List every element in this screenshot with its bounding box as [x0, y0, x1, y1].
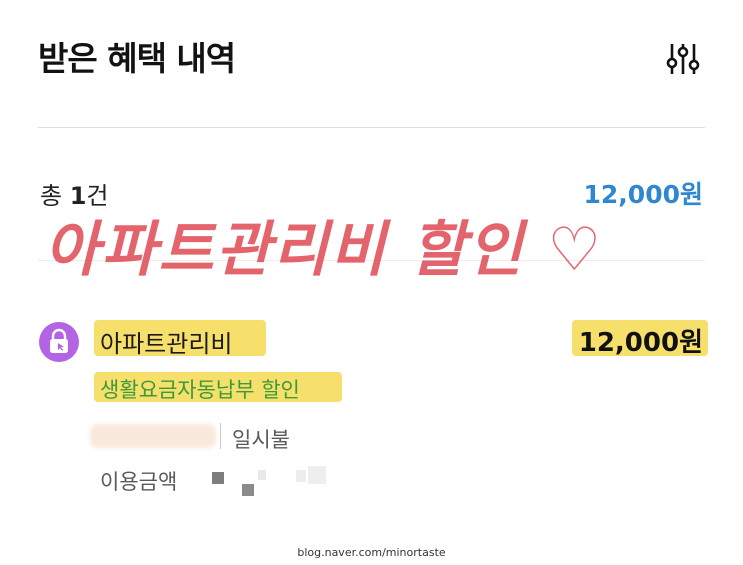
installment-type: 일시불: [232, 428, 290, 452]
watermark: blog.naver.com/minortaste: [297, 546, 446, 559]
sliders-icon: [666, 44, 700, 74]
page-title: 받은 혜택 내역: [38, 39, 236, 78]
benefit-name: 아파트관리비: [100, 330, 233, 358]
redacted-amount-block: [308, 466, 326, 484]
filter-button[interactable]: [664, 40, 702, 78]
benefit-amount: 12,000원: [578, 328, 703, 358]
redacted-amount-block: [242, 484, 254, 496]
handwritten-text: 아파트관리비 할인 ♡: [44, 215, 603, 285]
redacted-card-name: [90, 424, 216, 448]
header-divider: [38, 127, 705, 128]
redacted-amount-block: [212, 472, 224, 484]
redacted-amount-block: [258, 470, 266, 480]
benefit-icon-badge: [39, 322, 79, 362]
lock-icon: [50, 328, 68, 353]
handwritten-annotation: 아파트관리비 할인 ♡: [44, 215, 603, 285]
redacted-amount-block: [296, 470, 306, 482]
usage-amount-label: 이용금액: [100, 470, 178, 494]
benefit-type: 생활요금자동납부 할인: [100, 378, 300, 402]
detail-separator: [220, 423, 221, 449]
